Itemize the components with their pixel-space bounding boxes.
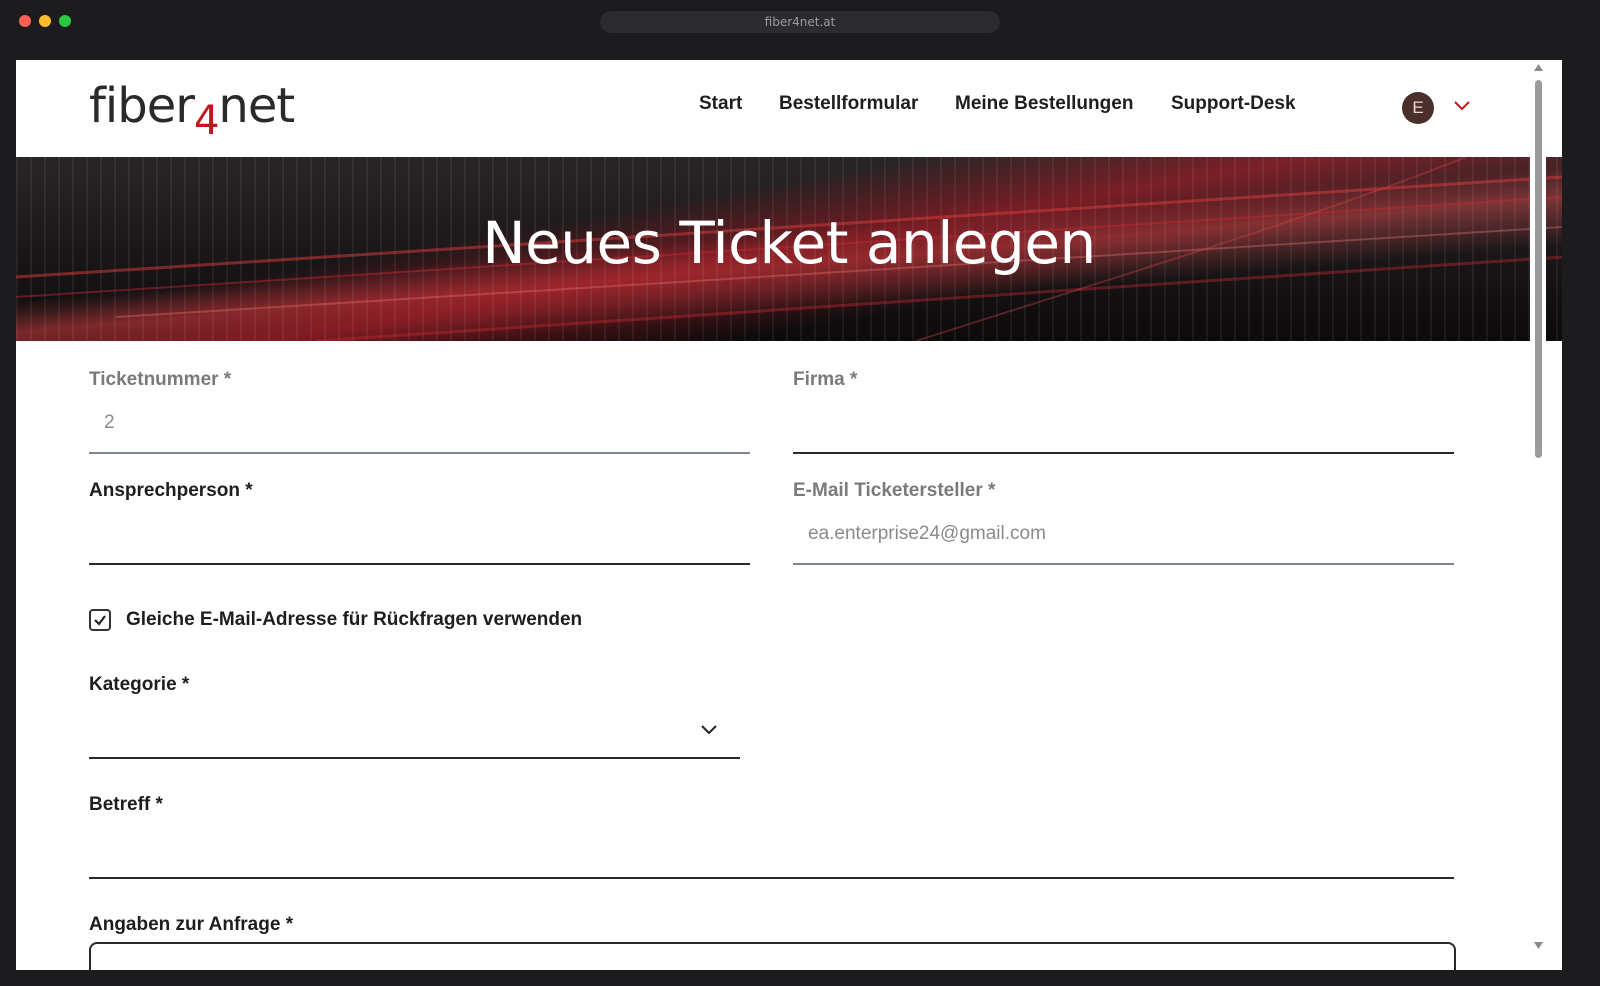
ansprechperson-field[interactable]	[89, 505, 750, 565]
ticketnummer-value: 2	[104, 412, 115, 433]
ticketnummer-label: Ticketnummer *	[89, 369, 232, 390]
maximize-window-button[interactable]	[59, 15, 71, 27]
kategorie-label: Kategorie *	[89, 674, 190, 695]
logo[interactable]: fiber4net	[89, 78, 295, 144]
email-field[interactable]: ea.enterprise24@gmail.com	[793, 505, 1454, 565]
email-label: E-Mail Ticketersteller *	[793, 480, 996, 501]
close-window-button[interactable]	[19, 15, 31, 27]
same-email-checkbox[interactable]	[89, 609, 111, 631]
scrollbar-thumb[interactable]	[1535, 80, 1542, 458]
logo-text-net: net	[218, 78, 295, 134]
logo-text-4: 4	[193, 98, 219, 144]
page-viewport: fiber4net Start Bestellformular Meine Be…	[16, 60, 1562, 970]
nav-start[interactable]: Start	[699, 93, 742, 115]
nav-bestellformular[interactable]: Bestellformular	[779, 93, 918, 115]
chevron-down-icon[interactable]	[1453, 100, 1471, 112]
hero-banner: Neues Ticket anlegen	[16, 157, 1562, 341]
betreff-field[interactable]	[89, 819, 1454, 879]
minimize-window-button[interactable]	[39, 15, 51, 27]
ticketnummer-field[interactable]: 2	[89, 394, 750, 454]
scroll-down-icon[interactable]	[1534, 942, 1543, 949]
same-email-label[interactable]: Gleiche E-Mail-Adresse für Rückfragen ve…	[126, 609, 582, 631]
browser-titlebar: fiber4net.at	[0, 0, 1600, 44]
ansprechperson-label: Ansprechperson *	[89, 480, 253, 501]
avatar[interactable]: E	[1402, 92, 1434, 124]
site-header: fiber4net Start Bestellformular Meine Be…	[16, 60, 1562, 157]
scroll-up-icon[interactable]	[1534, 64, 1543, 71]
betreff-label: Betreff *	[89, 794, 163, 815]
chevron-down-icon	[701, 725, 717, 735]
nav-meine-bestellungen[interactable]: Meine Bestellungen	[955, 93, 1133, 115]
firma-label: Firma *	[793, 369, 858, 390]
email-value: ea.enterprise24@gmail.com	[808, 523, 1046, 544]
address-bar[interactable]: fiber4net.at	[600, 11, 1000, 33]
logo-text-fiber: fiber	[89, 78, 195, 134]
checkmark-icon	[94, 615, 106, 626]
nav-support-desk[interactable]: Support-Desk	[1171, 93, 1296, 115]
firma-field[interactable]	[793, 394, 1454, 454]
page-title: Neues Ticket anlegen	[482, 209, 1096, 277]
kategorie-select[interactable]	[89, 699, 740, 759]
angaben-label: Angaben zur Anfrage *	[89, 914, 294, 935]
angaben-textarea[interactable]	[89, 942, 1456, 970]
